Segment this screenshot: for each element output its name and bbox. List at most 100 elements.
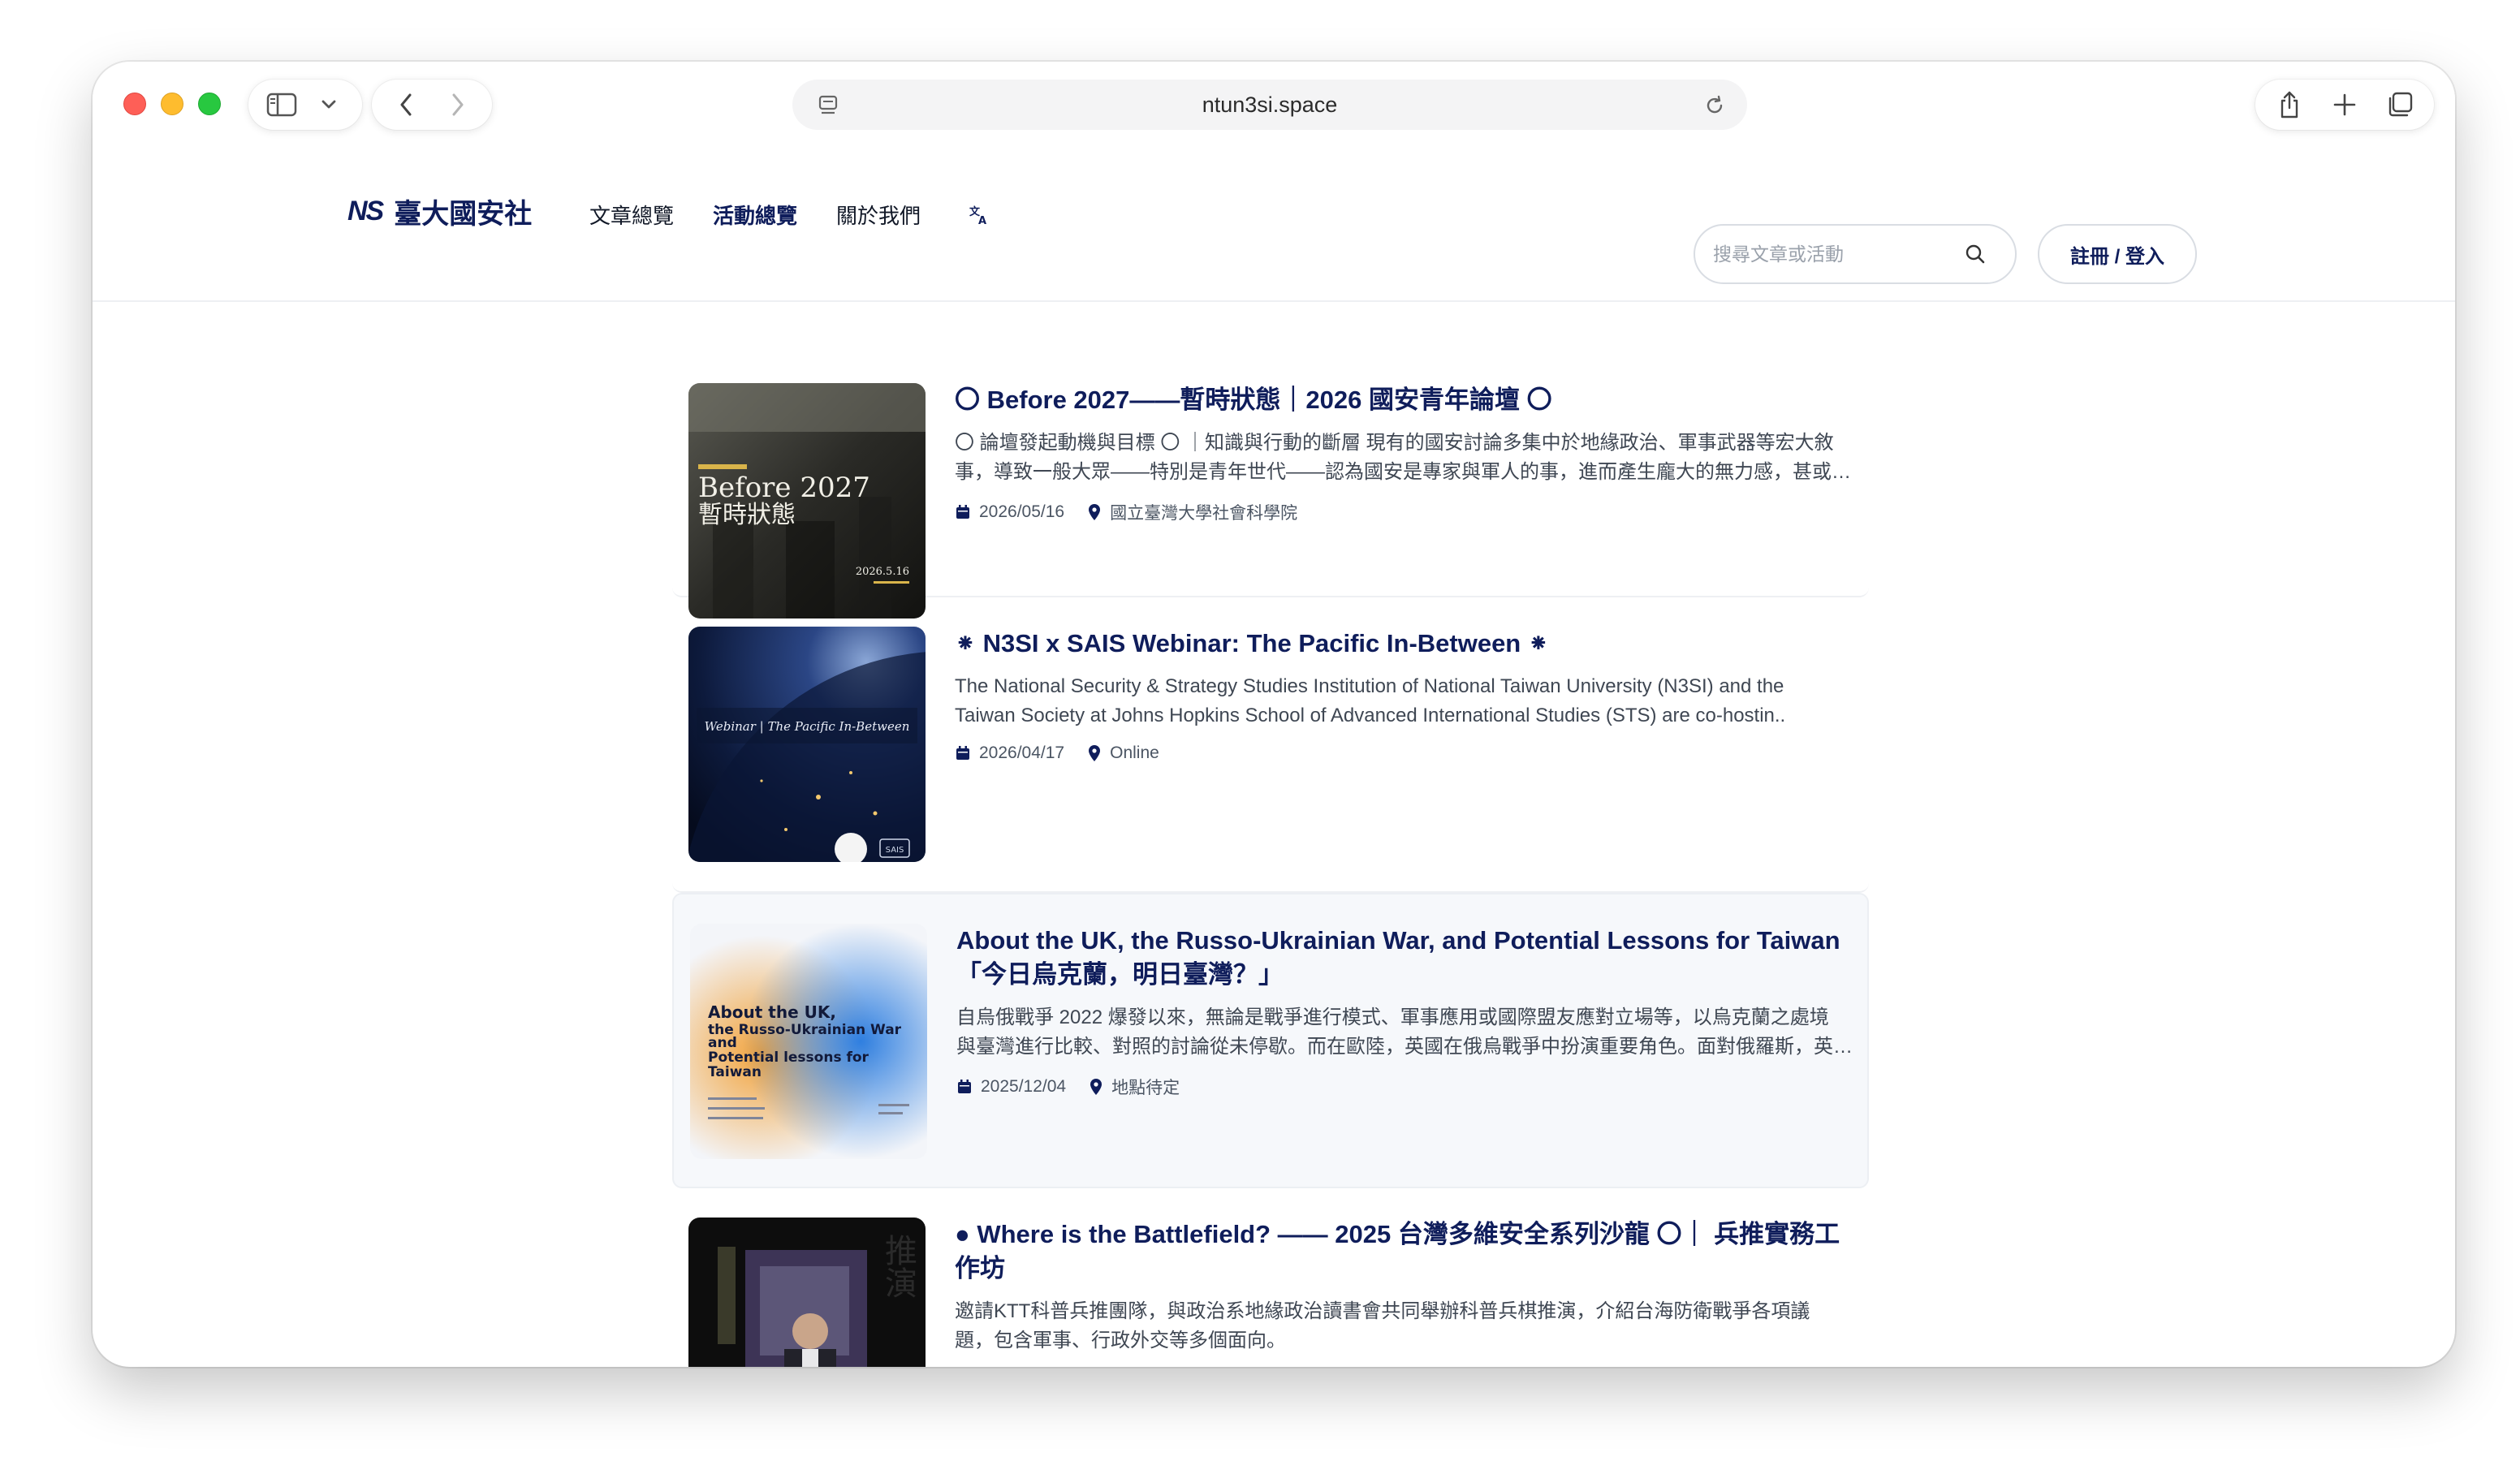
description-line: 邀請KTT科普兵推團隊，與政治系地緣政治讀書會共同舉辦科普兵棋推演，介紹台海防衛… [955, 1300, 1810, 1322]
browser-toolbar: ntun3si.space [93, 62, 2455, 146]
browser-window: ntun3si.space NS 臺大國安社 文章總覽 活動總覽 關於我們 文 … [93, 62, 2455, 1367]
event-card[interactable]: Webinar | The Pacific In-Between SAIS ⁕ … [672, 597, 1869, 893]
window-actions-group [2255, 80, 2434, 130]
thumbnail-caption: SAIS [886, 846, 904, 855]
title-line: 「今日烏克蘭，明日臺灣？」 [956, 960, 1284, 989]
logo-text: 臺大國安社 [394, 199, 533, 230]
thumbnail-caption: and [708, 1035, 737, 1051]
share-button[interactable] [2270, 85, 2309, 124]
event-meta: 2026/05/16 國立臺灣大學社會科學院 [955, 500, 1853, 524]
event-location: 地點待定 [1111, 1079, 1180, 1097]
site-logo[interactable]: NS 臺大國安社 [347, 192, 532, 231]
chevron-left-icon [400, 93, 412, 116]
event-title[interactable]: About the UK, the Russo-Ukrainian War, a… [956, 924, 1854, 992]
tab-overview-button[interactable] [2380, 85, 2419, 124]
page-settings-button[interactable] [809, 86, 848, 125]
svg-text:A: A [978, 215, 986, 226]
event-location: Online [1110, 743, 1159, 762]
event-title[interactable]: 〇 Before 2027——暫時狀態｜2026 國安青年論壇 〇 [955, 383, 1853, 417]
thumbnail-caption: 推演 [879, 1234, 917, 1299]
event-meta: 2026/04/17 Online [955, 743, 1853, 763]
event-description: 〇 論壇發起動機與目標 〇 ｜知識與行動的斷層 現有的國安討論多集中於地緣政治、… [955, 429, 1853, 487]
reload-icon [1707, 95, 1723, 114]
event-description: 邀請KTT科普兵推團隊，與政治系地緣政治讀書會共同舉辦科普兵棋推演，介紹台海防衛… [955, 1297, 1853, 1355]
thumbnail-caption: Before 2027 [698, 472, 870, 504]
description-line: 事，導致一般大眾——特別是青年世代——認為國安是專家與軍人的事，進而產生龐大的無… [955, 461, 1851, 483]
description-line: 自烏俄戰爭 2022 爆發以來，無論是戰爭進行模式、軍事應用或國際盟友應對立場等… [956, 1006, 1829, 1028]
sidebar-icon [266, 93, 297, 117]
event-card[interactable]: 推演 ● Where is the Battlefield? —— 2025 台… [672, 1188, 1869, 1367]
nav-about[interactable]: 關於我們 [836, 200, 921, 230]
event-date: 2026/05/16 [979, 502, 1065, 521]
search-icon[interactable] [1965, 244, 1986, 265]
event-meta: 2025/12/04 地點待定 [956, 1075, 1854, 1099]
chevron-down-icon [321, 100, 336, 109]
event-body: About the UK, the Russo-Ukrainian War, a… [956, 924, 1854, 1099]
description-line: Taiwan Society at Johns Hopkins School o… [955, 705, 1786, 726]
event-description: 自烏俄戰爭 2022 爆發以來，無論是戰爭進行模式、軍事應用或國際盟友應對立場等… [956, 1003, 1854, 1062]
sidebar-toggle-group [248, 80, 362, 130]
login-button[interactable]: 註冊 / 登入 [2038, 224, 2197, 284]
search-box [1694, 224, 2017, 284]
event-location: 國立臺灣大學社會科學院 [1110, 504, 1298, 523]
map-pin-icon [1087, 744, 1102, 762]
forward-button[interactable] [438, 85, 477, 124]
search-input[interactable] [1713, 243, 1965, 265]
sidebar-toggle-button[interactable] [262, 85, 301, 124]
thumbnail-caption: 2026.5.16 [856, 566, 909, 578]
event-description: The National Security & Strategy Studies… [955, 672, 1853, 731]
thumbnail-caption: Taiwan [708, 1064, 762, 1080]
back-button[interactable] [386, 85, 425, 124]
thumbnail-caption: the Russo-Ukrainian War [708, 1022, 902, 1038]
tabs-icon [2388, 92, 2413, 117]
event-date: 2026/04/17 [979, 743, 1065, 762]
new-tab-button[interactable] [2325, 85, 2364, 124]
event-thumbnail[interactable]: 推演 [688, 1218, 926, 1367]
history-nav-group [372, 80, 492, 130]
share-icon [2281, 91, 2298, 119]
event-thumbnail[interactable]: Webinar | The Pacific In-Between SAIS [688, 627, 926, 862]
event-thumbnail[interactable]: About the UK, the Russo-Ukrainian War an… [690, 924, 927, 1159]
event-body: ● Where is the Battlefield? —— 2025 台灣多維… [955, 1218, 1853, 1355]
logo-mark: NS [347, 196, 384, 226]
event-body: ⁕ N3SI x SAIS Webinar: The Pacific In-Be… [955, 627, 1853, 763]
map-pin-icon [1089, 1078, 1103, 1096]
translate-icon: 文 A [969, 205, 986, 226]
calendar-icon [956, 1079, 973, 1095]
description-line: The National Security & Strategy Studies… [955, 675, 1784, 697]
event-list: Before 2027 暫時狀態 2026.5.16 〇 Before 2027… [672, 302, 1869, 1367]
calendar-icon [955, 504, 971, 520]
event-date: 2025/12/04 [981, 1077, 1067, 1096]
event-card[interactable]: About the UK, the Russo-Ukrainian War an… [672, 893, 1869, 1188]
title-line: ● Where is the Battlefield? —— 2025 台灣多維… [955, 1220, 1840, 1248]
chevron-right-icon [452, 93, 464, 116]
title-line: About the UK, the Russo-Ukrainian War, a… [956, 926, 1840, 955]
minimize-window-button[interactable] [161, 93, 183, 115]
event-title[interactable]: ⁕ N3SI x SAIS Webinar: The Pacific In-Be… [955, 627, 1853, 661]
calendar-icon [955, 745, 971, 761]
close-window-button[interactable] [123, 93, 146, 115]
event-title[interactable]: ● Where is the Battlefield? —— 2025 台灣多維… [955, 1218, 1853, 1286]
map-pin-icon [1087, 503, 1102, 521]
title-line: 作坊 [955, 1254, 1005, 1282]
site-header: NS 臺大國安社 文章總覽 活動總覽 關於我們 文 A 註冊 / 登入 [93, 146, 2455, 302]
address-bar[interactable]: ntun3si.space [792, 80, 1747, 130]
tab-groups-dropdown[interactable] [309, 85, 348, 124]
reload-button[interactable] [1695, 86, 1734, 125]
thumbnail-caption: Webinar | The Pacific In-Between [705, 719, 910, 734]
thumbnail-caption: Potential lessons for [708, 1049, 869, 1066]
thumbnail-caption: About the UK, [708, 1002, 836, 1022]
zoom-window-button[interactable] [198, 93, 221, 115]
language-toggle[interactable]: 文 A [968, 204, 990, 226]
event-body: 〇 Before 2027——暫時狀態｜2026 國安青年論壇 〇 〇 論壇發起… [955, 383, 1853, 524]
nav-articles[interactable]: 文章總覽 [589, 200, 674, 230]
thumbnail-caption: 暫時狀態 [698, 501, 796, 529]
plus-icon [2333, 93, 2356, 116]
page-menu-icon [818, 95, 838, 114]
description-line: 〇 論壇發起動機與目標 〇 ｜知識與行動的斷層 現有的國安討論多集中於地緣政治、… [955, 432, 1834, 454]
event-thumbnail[interactable]: Before 2027 暫時狀態 2026.5.16 [688, 383, 926, 618]
url-text: ntun3si.space [1202, 92, 1338, 117]
main-nav: 文章總覽 活動總覽 關於我們 文 A [589, 200, 990, 230]
event-card[interactable]: Before 2027 暫時狀態 2026.5.16 〇 Before 2027… [672, 302, 1869, 618]
nav-events[interactable]: 活動總覽 [713, 200, 797, 230]
